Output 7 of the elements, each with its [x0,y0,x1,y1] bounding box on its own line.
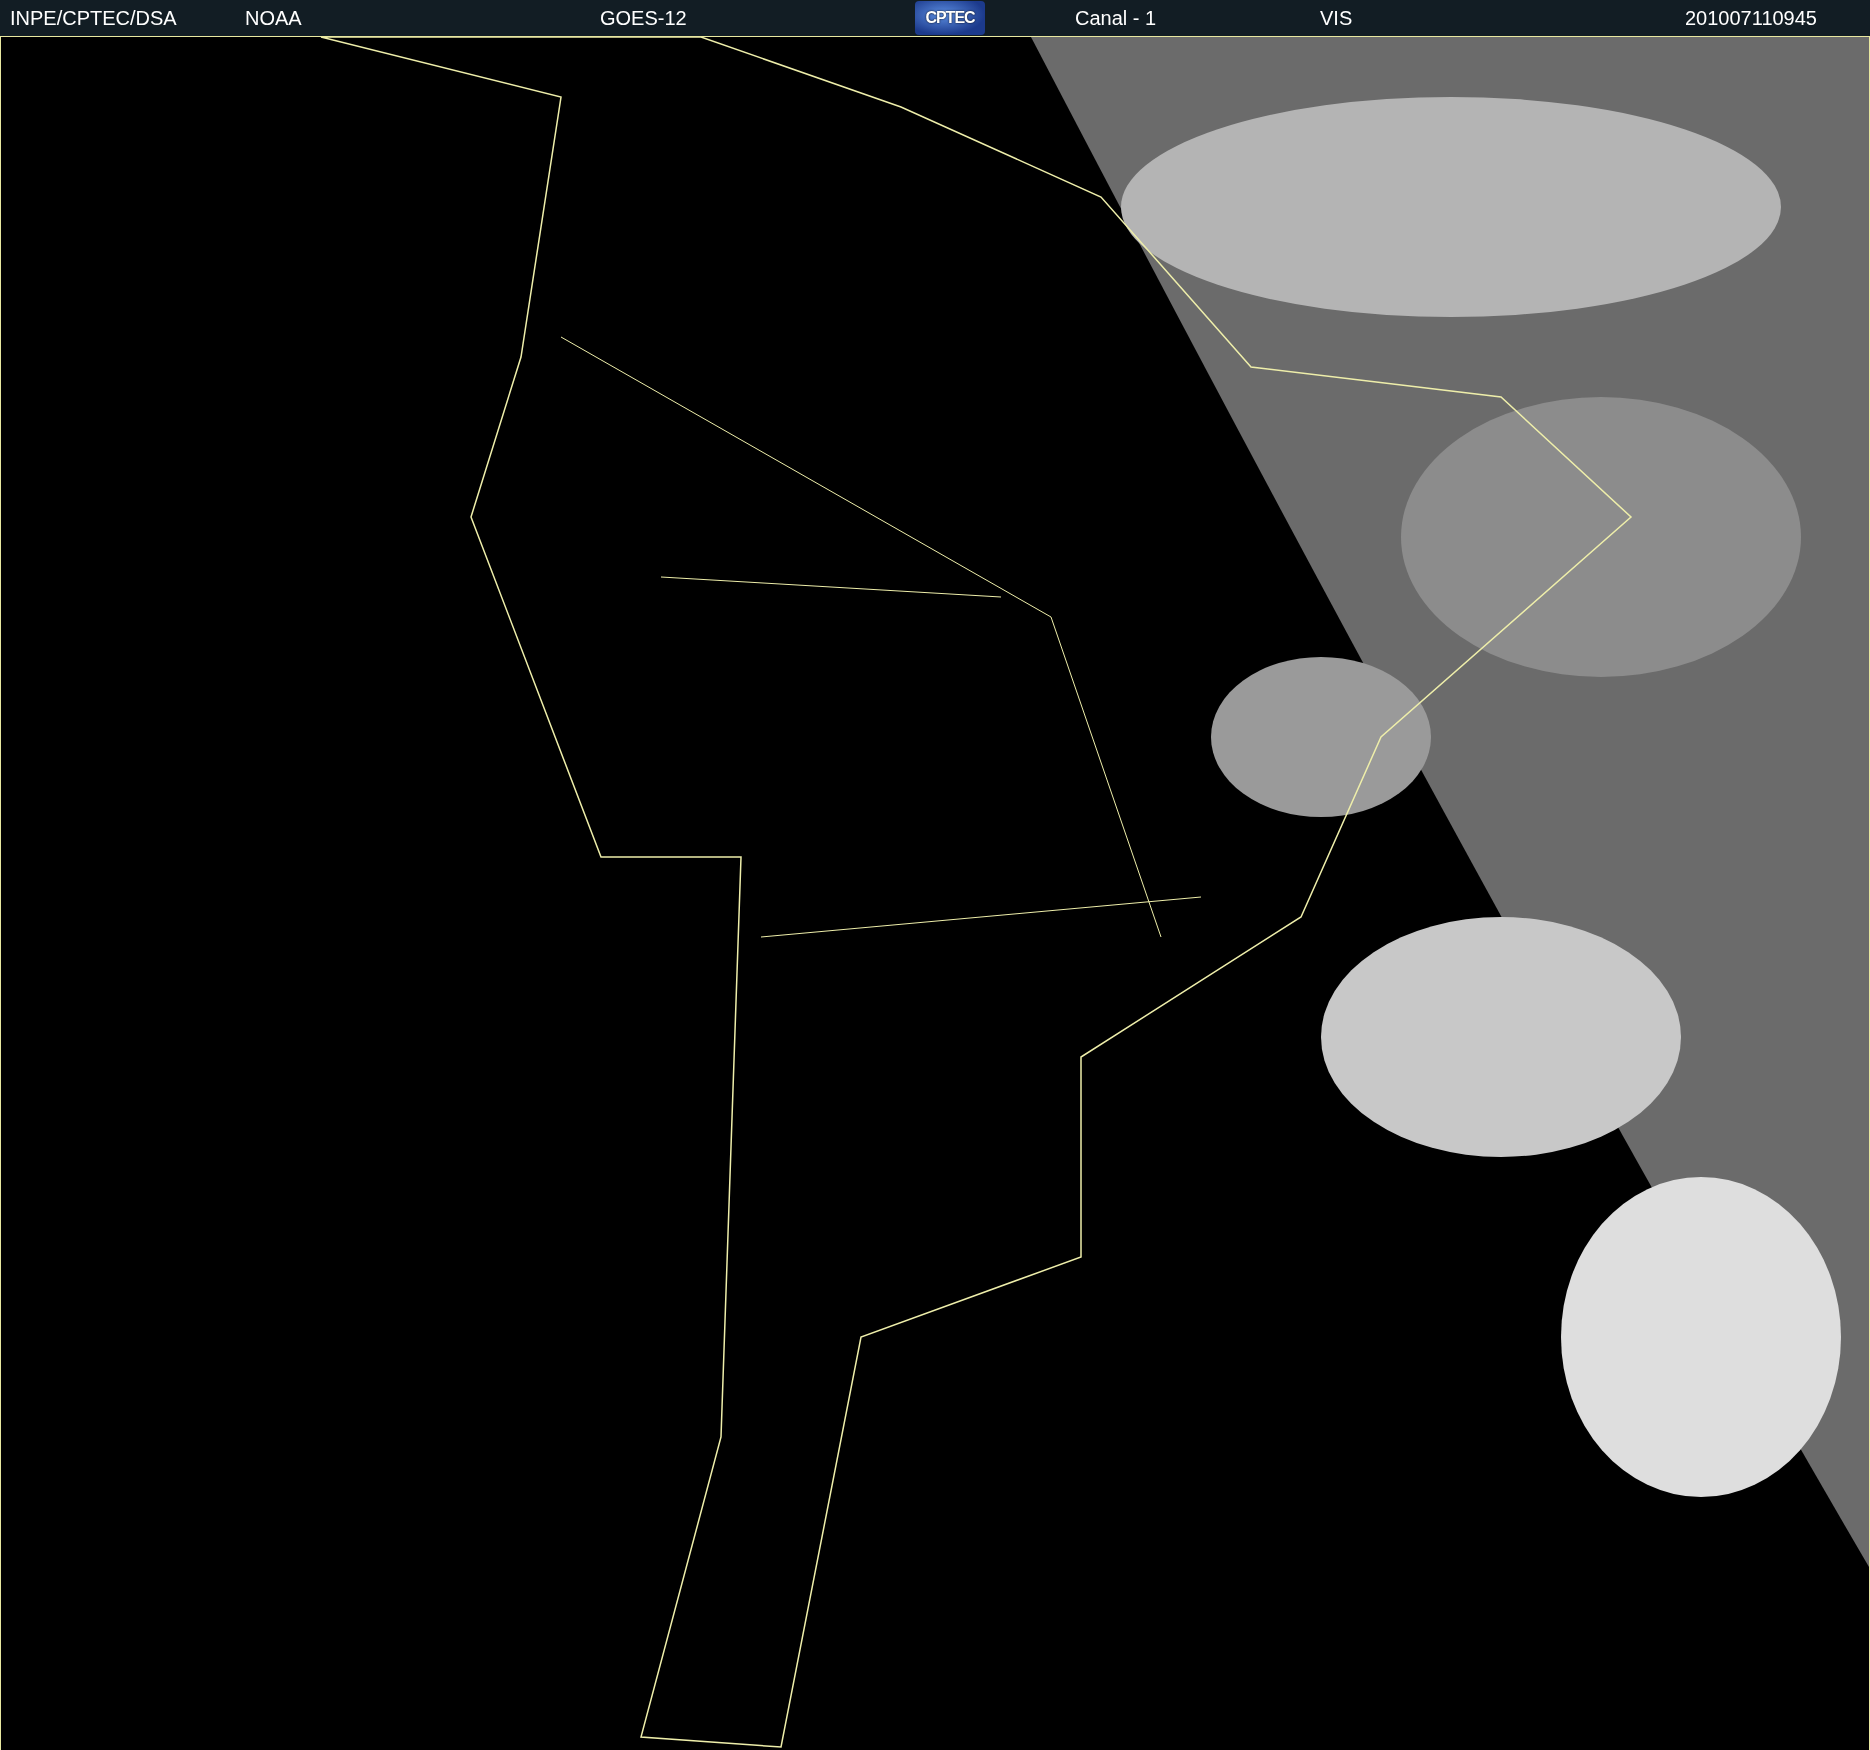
header-label: VIS [1320,6,1353,30]
logo-text: CPTEC [925,9,975,27]
header-label: Canal - 1 [1075,6,1157,30]
header-label: 201007110945 [1685,6,1817,30]
header-label: NOAA [245,6,302,30]
header-label: INPE/CPTEC/DSA [10,6,177,30]
header-label: GOES-12 [600,6,687,30]
